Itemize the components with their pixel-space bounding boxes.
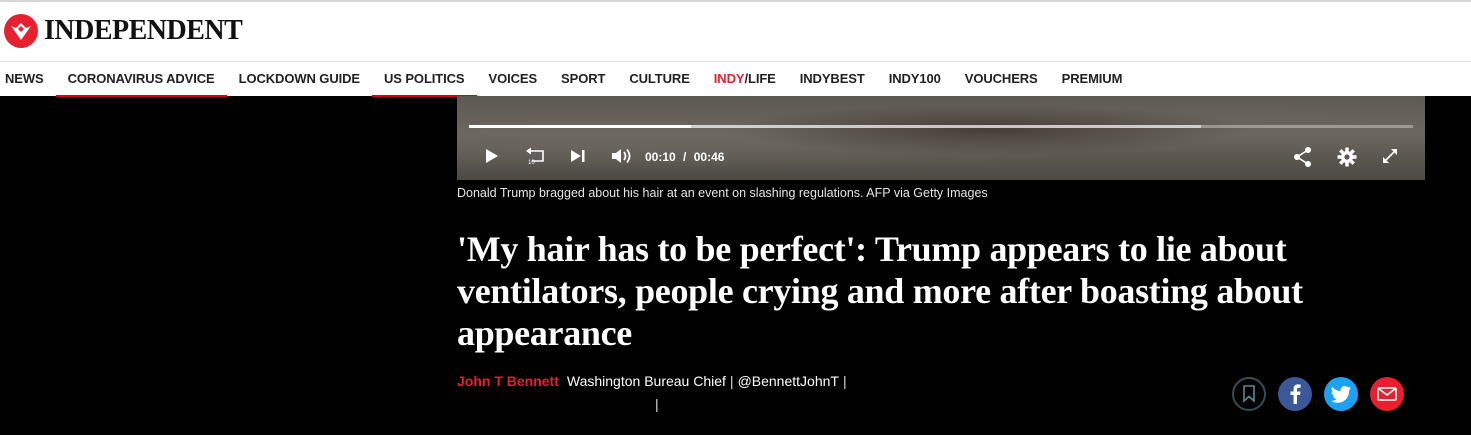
share-icon[interactable]: [1292, 146, 1314, 168]
article-headline: 'My hair has to be perfect': Trump appea…: [457, 229, 1303, 353]
twitter-share-button[interactable]: [1324, 377, 1358, 411]
main-nav: NEWS CORONAVIRUS ADVICE LOCKDOWN GUIDE U…: [0, 61, 1471, 97]
nav-item-lockdown-guide[interactable]: LOCKDOWN GUIDE: [227, 62, 372, 97]
bookmark-icon: [1243, 385, 1255, 403]
email-share-button[interactable]: [1370, 377, 1404, 411]
nav-item-indy100[interactable]: INDY100: [877, 62, 953, 97]
nav-item-vouchers[interactable]: VOUCHERS: [953, 62, 1050, 97]
email-icon: [1377, 387, 1397, 401]
nav-item-sport[interactable]: SPORT: [549, 62, 617, 97]
facebook-share-button[interactable]: [1278, 377, 1312, 411]
video-time-display: 00:10 / 00:46: [645, 150, 724, 164]
video-progress-fill: [469, 125, 691, 128]
author-name[interactable]: John T Bennett: [457, 373, 559, 389]
nav-item-us-politics[interactable]: US POLITICS: [371, 62, 477, 97]
brand-name: INDEPENDENT: [44, 15, 243, 46]
svg-text:10: 10: [528, 160, 535, 166]
masthead: INDEPENDENT: [0, 0, 1471, 61]
video-progress-bar[interactable]: [469, 125, 1413, 128]
bookmark-button[interactable]: [1232, 377, 1266, 411]
twitter-icon: [1331, 385, 1351, 403]
video-frame: [457, 96, 1425, 180]
byline: John T Bennett Washington Bureau Chief |…: [457, 373, 851, 389]
nav-item-indybest[interactable]: INDYBEST: [788, 62, 877, 97]
nav-item-coronavirus-advice[interactable]: CORONAVIRUS ADVICE: [55, 62, 227, 97]
duration: 00:46: [693, 150, 725, 164]
nav-item-culture[interactable]: CULTURE: [617, 62, 701, 97]
time-separator: /: [683, 150, 687, 164]
facebook-icon: [1290, 384, 1301, 404]
play-icon[interactable]: [481, 146, 501, 166]
eagle-logo-icon: [4, 14, 38, 48]
byline-separator-second-line: |: [655, 396, 659, 412]
byline-separator: |: [729, 373, 734, 389]
nav-item-voices[interactable]: VOICES: [477, 62, 550, 97]
nav-item-premium[interactable]: PREMIUM: [1050, 62, 1135, 97]
nav-item-indy-life-prefix: INDY: [713, 70, 745, 86]
settings-icon[interactable]: [1336, 146, 1358, 168]
video-player[interactable]: 10 00:10 / 00:46: [457, 96, 1425, 180]
author-twitter-handle[interactable]: @BennettJohnT: [738, 373, 839, 389]
nav-item-news[interactable]: NEWS: [0, 62, 56, 97]
byline-separator: |: [842, 373, 847, 389]
current-time: 00:10: [645, 150, 676, 164]
author-role: Washington Bureau Chief: [566, 373, 726, 389]
skip-next-icon[interactable]: [569, 146, 587, 166]
replay-10-icon[interactable]: 10: [523, 146, 547, 166]
nav-item-indy-life[interactable]: INDY/LIFE: [702, 62, 788, 97]
independent-logo[interactable]: INDEPENDENT: [4, 14, 243, 48]
volume-icon[interactable]: [610, 146, 634, 166]
image-caption: Donald Trump bragged about his hair at a…: [457, 186, 988, 200]
fullscreen-icon[interactable]: [1380, 146, 1400, 166]
nav-item-indy-life-suffix: /LIFE: [744, 70, 776, 86]
